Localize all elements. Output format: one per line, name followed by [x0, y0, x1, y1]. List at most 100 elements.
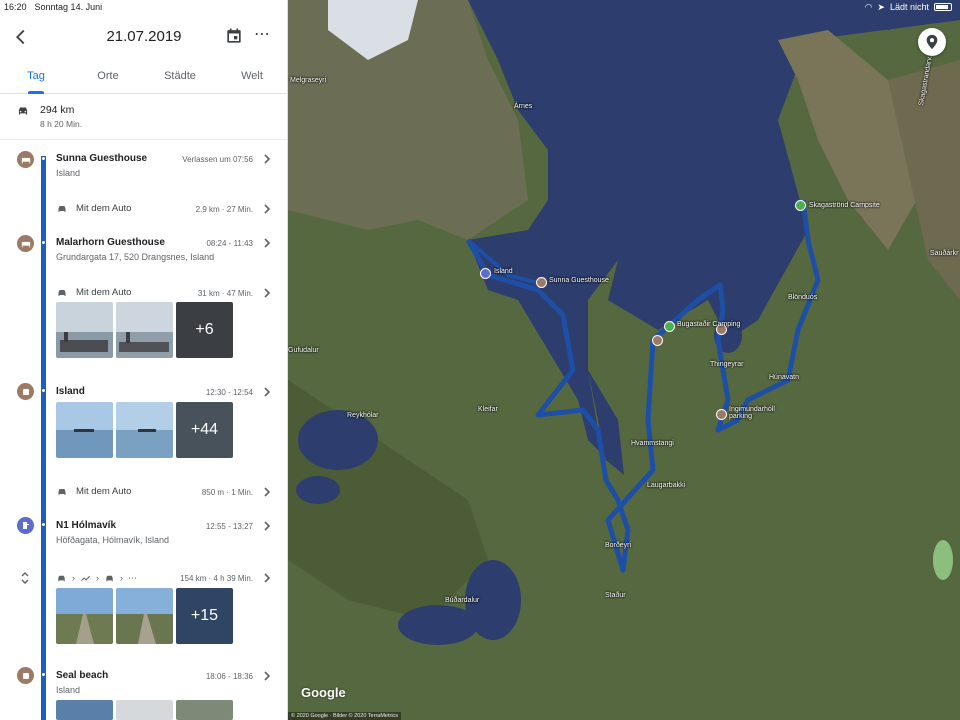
map-label: Búðardalur: [445, 597, 480, 604]
status-icons: ◠ ➤ Lädt nicht: [865, 0, 952, 14]
place-pin-icon[interactable]: [652, 335, 663, 346]
chevron-right-icon[interactable]: [262, 203, 272, 215]
chevron-right-icon[interactable]: [262, 520, 272, 532]
stop-time: 18:06 - 18:36: [205, 672, 253, 681]
tab-day[interactable]: Tag: [0, 62, 72, 94]
battery-icon: [934, 3, 952, 11]
google-logo: Google: [301, 685, 346, 700]
timeline-dot: [41, 156, 46, 161]
timeline-dot: [41, 388, 46, 393]
map-label: Laugarbakki: [647, 482, 686, 489]
more-modes-icon: ⋯: [128, 572, 137, 583]
stop-time: Verlassen um 07:56: [182, 155, 253, 164]
wifi-icon: ◠: [864, 1, 873, 12]
segment-meta: 2.9 km · 27 Min.: [195, 205, 253, 214]
timeline-panel: 16:20 Sonntag 14. Juni 21.07.2019 ⋯ Tag …: [0, 0, 288, 720]
top-bar: 21.07.2019 ⋯: [0, 18, 287, 56]
chevron-right-icon[interactable]: [262, 670, 272, 682]
segment-meta: 850 m · 1 Min.: [201, 488, 253, 497]
car-icon: [58, 290, 66, 296]
status-date: Sonntag 14. Juni: [34, 2, 103, 12]
calendar-icon[interactable]: [224, 26, 244, 46]
page-title: 21.07.2019: [106, 28, 182, 45]
place-pin-icon[interactable]: [716, 409, 727, 420]
stop-time: 12:55 - 13:27: [205, 522, 253, 531]
map-label: Ingimundarhóll parking: [729, 406, 775, 420]
map-label: Húnavatn: [769, 374, 799, 381]
app-root: 16:20 Sonntag 14. Juni 21.07.2019 ⋯ Tag …: [0, 0, 960, 720]
stop-title[interactable]: Malarhorn Guesthouse: [56, 237, 165, 248]
photo-thumbnail[interactable]: [56, 588, 113, 644]
stop-time: 12:30 - 12:54: [205, 388, 253, 397]
chevron-right-icon[interactable]: [262, 386, 272, 398]
stop-subtitle: Grundargata 17, 520 Drangsnes, Island: [56, 252, 215, 262]
photo-thumbnail[interactable]: [56, 402, 113, 458]
photo-thumbnail[interactable]: [116, 588, 173, 644]
chevron-right-icon[interactable]: [262, 237, 272, 249]
map-label: Hvammstangi: [631, 440, 674, 447]
photo-thumbnail[interactable]: [116, 302, 173, 358]
tab-places[interactable]: Orte: [72, 62, 144, 93]
photo-thumbnail[interactable]: [56, 302, 113, 358]
map-label: Árnes: [514, 103, 533, 110]
total-distance: 294 km: [40, 104, 75, 116]
stop-subtitle: Island: [56, 168, 81, 178]
stop-subtitle: Island: [56, 685, 81, 695]
more-photos-button[interactable]: +6: [176, 302, 233, 358]
location-arrow-icon: ➤: [877, 1, 885, 12]
stop-title[interactable]: Sunna Guesthouse: [56, 153, 147, 164]
segment-meta: 31 km · 47 Min.: [197, 289, 253, 298]
map-view[interactable]: ◠ ➤ Lädt nicht Melgraseyri Árnes Gufudal…: [288, 0, 960, 720]
chevron-right-icon: ›: [72, 573, 75, 583]
charging-status: Lädt nicht: [889, 2, 929, 12]
chevron-right-icon[interactable]: [262, 153, 272, 165]
photo-thumbnail[interactable]: [56, 700, 113, 720]
chevron-right-icon: ›: [96, 573, 99, 583]
total-duration: 8 h 20 Min.: [40, 119, 83, 129]
map-label: Blönduós: [788, 294, 818, 301]
more-options-icon[interactable]: ⋯: [252, 26, 272, 46]
fuel-pin-icon[interactable]: [480, 268, 491, 279]
map-label: Gufudalur: [288, 347, 319, 354]
expand-icon[interactable]: [19, 570, 31, 586]
segment-mode: Mit dem Auto: [76, 486, 132, 497]
car-icon: [106, 575, 113, 581]
tab-cities[interactable]: Städte: [144, 62, 216, 93]
stop-time: 08:24 - 11:43: [206, 239, 253, 248]
map-label: Thingeyrar: [710, 361, 744, 368]
map-label: Staður: [605, 592, 626, 599]
hotel-pin-icon[interactable]: [536, 277, 547, 288]
photo-thumbnail[interactable]: [176, 700, 233, 720]
map-label: Reykhólar: [347, 412, 379, 419]
map-label: Borðeyri: [605, 542, 632, 549]
chevron-right-icon[interactable]: [262, 572, 272, 584]
camping-pin-icon[interactable]: [664, 321, 675, 332]
hotel-icon: [17, 151, 34, 168]
map-label: Melgraseyri: [290, 77, 327, 84]
trending-icon: [81, 575, 90, 581]
more-photos-button[interactable]: +15: [176, 588, 233, 644]
photo-thumbnail[interactable]: [116, 700, 173, 720]
stop-title[interactable]: Island: [56, 386, 85, 397]
timeline-dot: [41, 240, 46, 245]
car-icon: [58, 206, 66, 212]
status-time: 16:20: [4, 2, 27, 12]
hotel-icon: [17, 235, 34, 252]
map-copyright[interactable]: © 2020 Google · Bilder © 2020 TerraMetri…: [288, 712, 402, 720]
chevron-right-icon[interactable]: [262, 287, 272, 299]
chevron-right-icon[interactable]: [262, 486, 272, 498]
camping-pin-icon[interactable]: [795, 200, 806, 211]
place-icon: [17, 667, 34, 684]
timeline-dot: [41, 522, 46, 527]
location-pin-button[interactable]: [918, 28, 946, 56]
tab-bar: Tag Orte Städte Welt: [0, 62, 287, 94]
map-label: Skagaströnd Campsite: [809, 202, 880, 209]
stop-title[interactable]: N1 Hólmavík: [56, 520, 116, 531]
map-label: Bugastaðir Camping: [677, 321, 741, 328]
stop-title[interactable]: Seal beach: [56, 670, 108, 681]
photo-thumbnail[interactable]: [116, 402, 173, 458]
map-label: Sauðárkr: [930, 250, 959, 257]
status-bar: 16:20 Sonntag 14. Juni: [0, 0, 287, 14]
more-photos-button[interactable]: +44: [176, 402, 233, 458]
tab-world[interactable]: Welt: [216, 62, 287, 93]
